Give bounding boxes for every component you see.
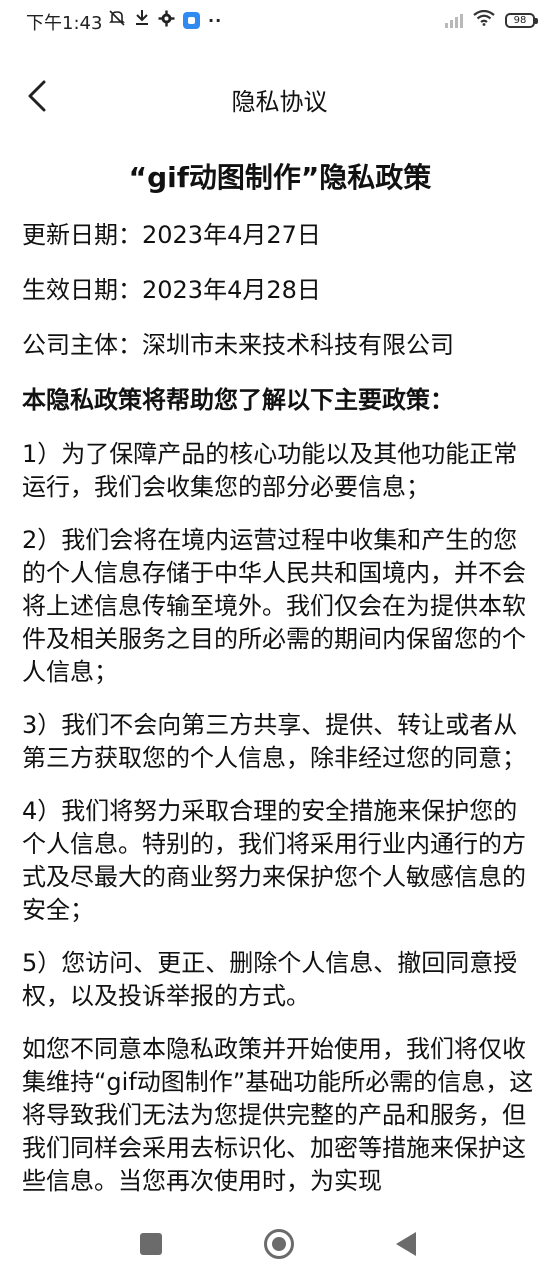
company-entity: 公司主体：深圳市未来技术科技有限公司 bbox=[22, 331, 454, 359]
status-bar: 下午1:43 ·· 98 bbox=[0, 0, 559, 44]
recents-square-icon[interactable] bbox=[140, 1233, 162, 1255]
update-date: 更新日期：2023年4月27日 bbox=[22, 221, 321, 249]
status-icons-right: 98 bbox=[445, 9, 538, 30]
download-icon bbox=[134, 9, 150, 31]
page-title: 隐私协议 bbox=[231, 88, 328, 116]
more-indicator: ·· bbox=[208, 10, 223, 30]
document-title: “gif动图制作”隐私政策 bbox=[128, 161, 432, 194]
effective-date: 生效日期：2023年4月28日 bbox=[22, 276, 321, 304]
policy-paragraph: 4）我们将努力采取合理的安全措施来保护您的个人信息。特别的，我们将采用行业内通行… bbox=[22, 797, 526, 924]
policy-paragraph: 2）我们会将在境内运营过程中收集和产生的您的个人信息存储于中华人民共和国境内，并… bbox=[22, 526, 526, 686]
home-circle-icon[interactable] bbox=[264, 1229, 294, 1259]
header-bar: 隐私协议 bbox=[0, 64, 559, 128]
summary-heading: 本隐私政策将帮助您了解以下主要政策： bbox=[22, 386, 454, 414]
system-navigation-bar bbox=[0, 1202, 559, 1280]
policy-paragraph: 3）我们不会向第三方共享、提供、转让或者从第三方获取您的个人信息，除非经过您的同… bbox=[22, 711, 526, 772]
back-triangle-icon[interactable] bbox=[396, 1232, 416, 1256]
gear-icon bbox=[158, 10, 175, 31]
status-time: 下午1:43 bbox=[26, 13, 103, 34]
signal-icon bbox=[445, 12, 463, 28]
wifi-icon bbox=[473, 9, 495, 30]
status-icons-left: ·· bbox=[108, 9, 222, 31]
policy-paragraph: 5）您访问、更正、删除个人信息、撤回同意授权，以及投诉举报的方式。 bbox=[22, 949, 518, 1010]
policy-content[interactable]: “gif动图制作”隐私政策 更新日期：2023年4月27日 生效日期：2023年… bbox=[22, 158, 538, 1218]
policy-paragraph: 1）为了保障产品的核心功能以及其他功能正常运行，我们会收集您的部分必要信息； bbox=[22, 440, 518, 501]
policy-paragraph: 如您不同意本隐私政策并开始使用，我们将仅收集维持“gif动图制作”基础功能所必需… bbox=[22, 1035, 534, 1195]
battery-icon: 98 bbox=[505, 12, 538, 28]
mute-icon bbox=[108, 9, 126, 31]
app-notification-icon bbox=[183, 11, 200, 29]
